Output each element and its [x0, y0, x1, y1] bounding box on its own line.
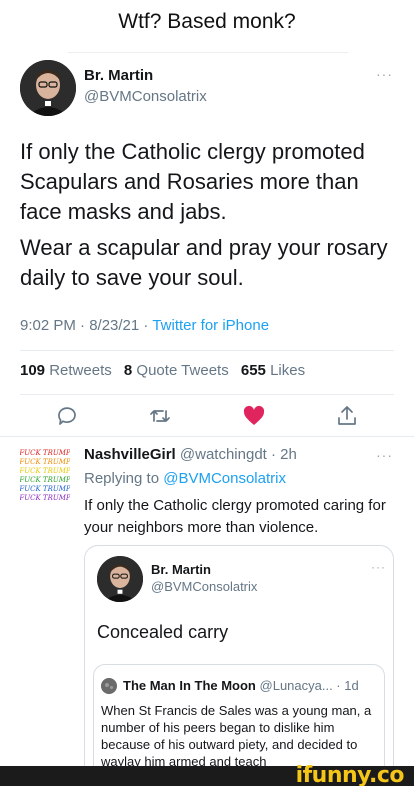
replying-to: Replying to @BVMConsolatrix — [84, 470, 286, 487]
quotes-label[interactable]: Quote Tweets — [136, 362, 228, 379]
avatar[interactable] — [20, 60, 76, 116]
divider — [20, 350, 394, 351]
nested-tweet-text: When St Francis de Sales was a young man… — [101, 703, 372, 769]
tweet-source-link[interactable]: Twitter for iPhone — [152, 317, 269, 334]
tweet-stats: 109 Retweets 8 Quote Tweets 655 Likes — [20, 362, 305, 379]
svg-text:FUCK TRUMP: FUCK TRUMP — [20, 476, 70, 484]
avatar[interactable] — [97, 556, 143, 602]
svg-text:FUCK TRUMP: FUCK TRUMP — [20, 458, 70, 466]
nested-tweet-author[interactable]: The Man In The Moon @Lunacya... · 1d — [123, 678, 359, 693]
avatar[interactable]: FUCK TRUMP FUCK TRUMP FUCK TRUMP FUCK TR… — [18, 446, 71, 506]
more-options-icon[interactable]: ··· — [376, 447, 393, 463]
reply-author[interactable]: NashvilleGirl @watchingdt · 2h — [84, 446, 297, 463]
quoted-tweet-text: Concealed carry — [97, 622, 229, 642]
share-icon[interactable] — [335, 404, 359, 428]
author-handle[interactable]: @BVMConsolatrix — [84, 88, 207, 105]
reply-icon[interactable] — [55, 404, 79, 428]
tweet-timestamp: 9:02 PM · 8/23/21 · — [20, 317, 153, 334]
author-handle[interactable]: @BVMConsolatrix — [151, 579, 257, 594]
tweet-meta: 9:02 PM · 8/23/21 · Twitter for iPhone — [20, 317, 269, 334]
svg-text:FUCK TRUMP: FUCK TRUMP — [20, 485, 70, 493]
divider — [0, 436, 414, 437]
retweets-count[interactable]: 109 — [20, 362, 45, 379]
quotes-count[interactable]: 8 — [124, 362, 132, 379]
author-name[interactable]: Br. Martin — [151, 562, 211, 577]
divider — [20, 394, 394, 395]
more-options-icon[interactable]: ··· — [376, 66, 393, 82]
author-handle[interactable]: @watchingdt · 2h — [180, 446, 297, 463]
reply-text: If only the Catholic clergy promoted car… — [84, 497, 386, 536]
ifunny-logo: ifunny.co — [295, 763, 405, 786]
divider — [68, 52, 348, 53]
author-name[interactable]: Br. Martin — [84, 67, 153, 84]
replying-prefix: Replying to — [84, 470, 164, 487]
likes-count[interactable]: 655 — [241, 362, 266, 379]
heart-icon[interactable] — [242, 404, 266, 428]
meme-caption: Wtf? Based monk? — [118, 10, 296, 33]
tweet-text: Wear a scapular and pray your rosary dai… — [20, 235, 388, 290]
more-options-icon[interactable]: ··· — [371, 560, 386, 574]
quoted-tweet-card[interactable]: Br. Martin @BVMConsolatrix ··· Concealed… — [84, 545, 394, 785]
author-name[interactable]: The Man In The Moon — [123, 678, 256, 693]
tweet-actions — [0, 404, 414, 430]
likes-label[interactable]: Likes — [270, 362, 305, 379]
watermark-bar: ifunny.co — [0, 763, 414, 786]
svg-text:FUCK TRUMP: FUCK TRUMP — [20, 449, 70, 457]
avatar[interactable] — [101, 678, 117, 694]
svg-text:FUCK TRUMP: FUCK TRUMP — [20, 494, 70, 502]
retweets-label[interactable]: Retweets — [49, 362, 112, 379]
author-name[interactable]: NashvilleGirl — [84, 446, 176, 463]
mention-link[interactable]: @BVMConsolatrix — [163, 470, 286, 487]
author-handle[interactable]: @Lunacya... · 1d — [260, 678, 359, 693]
tweet-text: If only the Catholic clergy promoted Sca… — [20, 139, 365, 224]
retweet-icon[interactable] — [148, 404, 172, 428]
svg-text:FUCK TRUMP: FUCK TRUMP — [20, 467, 70, 475]
